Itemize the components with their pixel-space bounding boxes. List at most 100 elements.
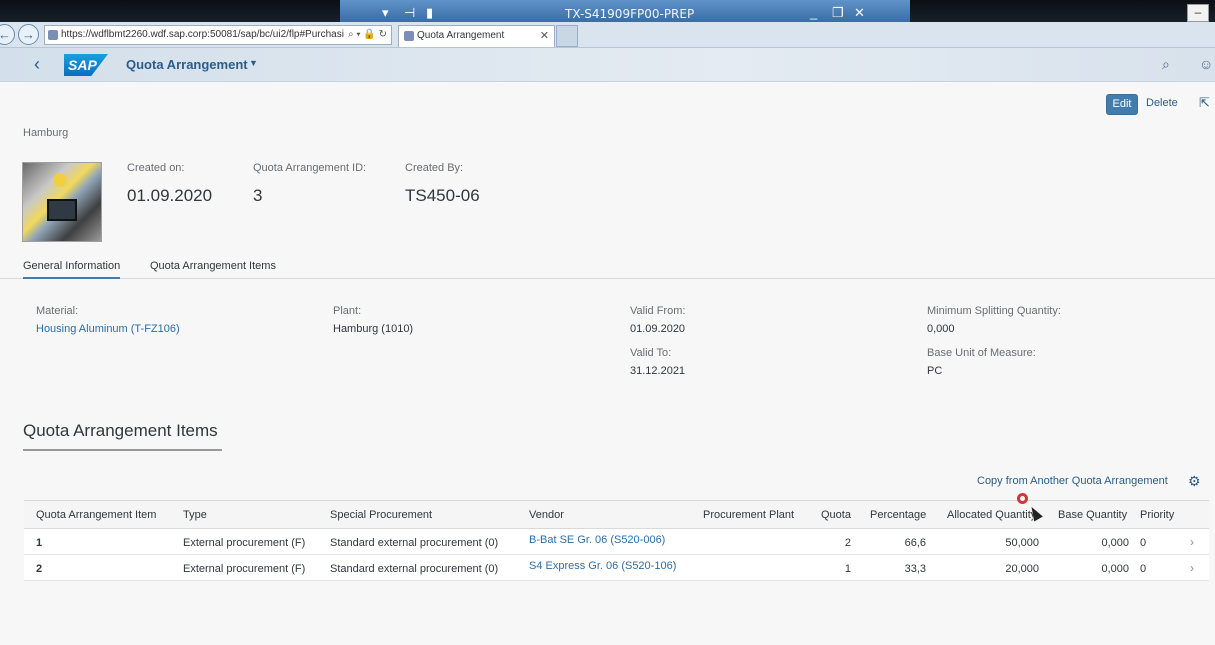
table-row[interactable]: 2 External procurement (F) Standard exte… xyxy=(24,555,1209,581)
browser-forward-button[interactable]: → xyxy=(18,24,39,45)
plant-value: Hamburg (1010) xyxy=(333,323,414,335)
share-icon[interactable]: ⇱ xyxy=(1199,95,1210,111)
valid-from-label: Valid From: xyxy=(630,305,686,317)
cell-allocated-quantity: 50,000 xyxy=(1005,537,1039,549)
valid-to-value: 31.12.2021 xyxy=(630,365,686,377)
tab-close-icon[interactable]: ✕ xyxy=(540,26,549,46)
address-url: https://wdflbmt2260.wdf.sap.corp:50081/s… xyxy=(61,29,344,40)
browser-back-button[interactable]: ← xyxy=(0,24,15,45)
col-header-allocated-quantity[interactable]: Allocated Quantity xyxy=(947,509,1033,521)
col-header-special-procurement[interactable]: Special Procurement xyxy=(330,509,432,521)
user-icon[interactable]: ☺ xyxy=(1199,56,1213,72)
cell-type: External procurement (F) xyxy=(183,537,306,549)
created-on-value: 01.09.2020 xyxy=(127,186,213,205)
plant-label: Plant: xyxy=(333,305,362,317)
col-header-quota[interactable]: Quota xyxy=(821,509,851,521)
min-split-value: 0,000 xyxy=(927,323,955,335)
window-minimize-button[interactable]: – xyxy=(1187,4,1209,22)
vendor-link[interactable]: B-Bat SE Gr. 06 (S520-006) xyxy=(529,534,665,546)
col-header-vendor[interactable]: Vendor xyxy=(529,509,564,521)
cell-base-quantity: 0,000 xyxy=(1101,563,1129,575)
tab-favicon-icon xyxy=(404,31,414,41)
min-split-label: Minimum Splitting Quantity: xyxy=(927,305,1061,317)
tab-quota-arrangement-items[interactable]: Quota Arrangement Items xyxy=(150,260,276,272)
chevron-down-icon[interactable]: ▼ xyxy=(249,58,258,68)
cell-special-procurement: Standard external procurement (0) xyxy=(330,563,499,575)
quota-arrangement-id: Quota Arrangement ID: 3 xyxy=(253,162,366,206)
valid-to-label: Valid To: xyxy=(630,347,672,359)
valid-to-field: Valid To: 31.12.2021 xyxy=(630,347,685,377)
object-image xyxy=(22,162,102,242)
col-header-base-quantity[interactable]: Base Quantity xyxy=(1058,509,1127,521)
vendor-link[interactable]: S4 Express Gr. 06 (S520-106) xyxy=(529,560,676,572)
chevron-right-icon[interactable]: › xyxy=(1190,561,1194,575)
col-header-type[interactable]: Type xyxy=(183,509,207,521)
table-row[interactable]: 1 External procurement (F) Standard exte… xyxy=(24,529,1209,555)
col-header-item[interactable]: Quota Arrangement Item xyxy=(36,509,156,521)
plant-field: Plant: Hamburg (1010) xyxy=(333,305,413,335)
pin-icon[interactable]: ⊣ xyxy=(404,5,415,21)
object-subtitle: Hamburg xyxy=(23,127,69,139)
cell-special-procurement: Standard external procurement (0) xyxy=(330,537,499,549)
browser-tab[interactable]: Quota Arrangement ✕ xyxy=(398,25,555,47)
edit-button[interactable]: Edit xyxy=(1106,94,1138,115)
new-tab-button[interactable] xyxy=(556,25,578,47)
minimize-icon[interactable]: _ xyxy=(810,5,817,20)
image-detail xyxy=(53,173,67,187)
cell-quota: 1 xyxy=(844,563,851,575)
created-on-label: Created on: xyxy=(127,162,185,174)
cell-base-quantity: 0,000 xyxy=(1101,537,1129,549)
cell-item: 2 xyxy=(36,563,43,575)
col-header-percentage[interactable]: Percentage xyxy=(870,509,926,521)
cell-priority: 0 xyxy=(1140,537,1147,549)
restore-icon[interactable]: ❐ xyxy=(832,5,844,21)
tab-general-information[interactable]: General Information xyxy=(23,260,121,279)
address-bar[interactable]: https://wdflbmt2260.wdf.sap.corp:50081/s… xyxy=(44,25,392,45)
sap-logo: SAP xyxy=(64,54,108,76)
valid-from-field: Valid From: 01.09.2020 xyxy=(630,305,685,335)
chevron-down-icon[interactable]: ▾ xyxy=(382,5,389,21)
remote-session-title: TX-S41909FP00-PREP xyxy=(565,7,695,21)
cell-type: External procurement (F) xyxy=(183,563,306,575)
copy-from-another-button[interactable]: Copy from Another Quota Arrangement xyxy=(977,475,1168,487)
base-uom-value: PC xyxy=(927,365,943,377)
valid-from-value: 01.09.2020 xyxy=(630,323,686,335)
created-by-label: Created By: xyxy=(405,162,464,174)
shell-bar: ‹ SAP Quota Arrangement ▼ ⌕ ☺ xyxy=(0,48,1215,82)
created-by: Created By: TS450-06 xyxy=(405,162,480,206)
min-split-field: Minimum Splitting Quantity: 0,000 xyxy=(927,305,1061,335)
cell-priority: 0 xyxy=(1140,563,1147,575)
cell-percentage: 33,3 xyxy=(904,563,926,575)
app-root: ▾ ⊣ ▮ TX-S41909FP00-PREP _ ❐ ✕ – ← → htt… xyxy=(0,0,1215,645)
gear-icon[interactable]: ⚙ xyxy=(1188,473,1201,490)
chevron-right-icon[interactable]: › xyxy=(1190,535,1194,549)
app-title[interactable]: Quota Arrangement xyxy=(126,57,248,72)
material-field: Material: Housing Aluminum (T-FZ106) xyxy=(36,305,180,335)
browser-toolbar: ← → https://wdflbmt2260.wdf.sap.corp:500… xyxy=(0,22,1215,48)
delete-button[interactable]: Delete xyxy=(1146,97,1178,109)
base-uom-label: Base Unit of Measure: xyxy=(927,347,1036,359)
material-link[interactable]: Housing Aluminum (T-FZ106) xyxy=(36,323,180,335)
col-header-procurement-plant[interactable]: Procurement Plant xyxy=(703,509,794,521)
signal-icon: ▮ xyxy=(426,5,434,20)
click-indicator-icon xyxy=(1017,493,1028,504)
created-on: Created on: 01.09.2020 xyxy=(127,162,212,206)
close-icon[interactable]: ✕ xyxy=(854,5,865,21)
cell-quota: 2 xyxy=(844,537,851,549)
cell-item: 1 xyxy=(36,537,43,549)
col-header-priority[interactable]: Priority xyxy=(1140,509,1174,521)
address-tools-icon[interactable]: ⌕ ▾ 🔒 ↻ xyxy=(348,26,387,44)
material-label: Material: xyxy=(36,305,79,317)
cell-allocated-quantity: 20,000 xyxy=(1005,563,1039,575)
qa-id-label: Quota Arrangement ID: xyxy=(253,162,367,174)
site-favicon-icon xyxy=(48,30,58,40)
back-icon[interactable]: ‹ xyxy=(34,54,40,75)
tab-title: Quota Arrangement xyxy=(417,30,505,41)
items-section-title: Quota Arrangement Items xyxy=(23,421,222,451)
base-uom-field: Base Unit of Measure: PC xyxy=(927,347,1036,377)
general-information-section xyxy=(0,280,1215,400)
cell-percentage: 66,6 xyxy=(904,537,926,549)
anchor-tabs: General Information Quota Arrangement It… xyxy=(0,256,1215,279)
image-detail xyxy=(47,199,77,221)
search-icon[interactable]: ⌕ xyxy=(1162,56,1170,73)
